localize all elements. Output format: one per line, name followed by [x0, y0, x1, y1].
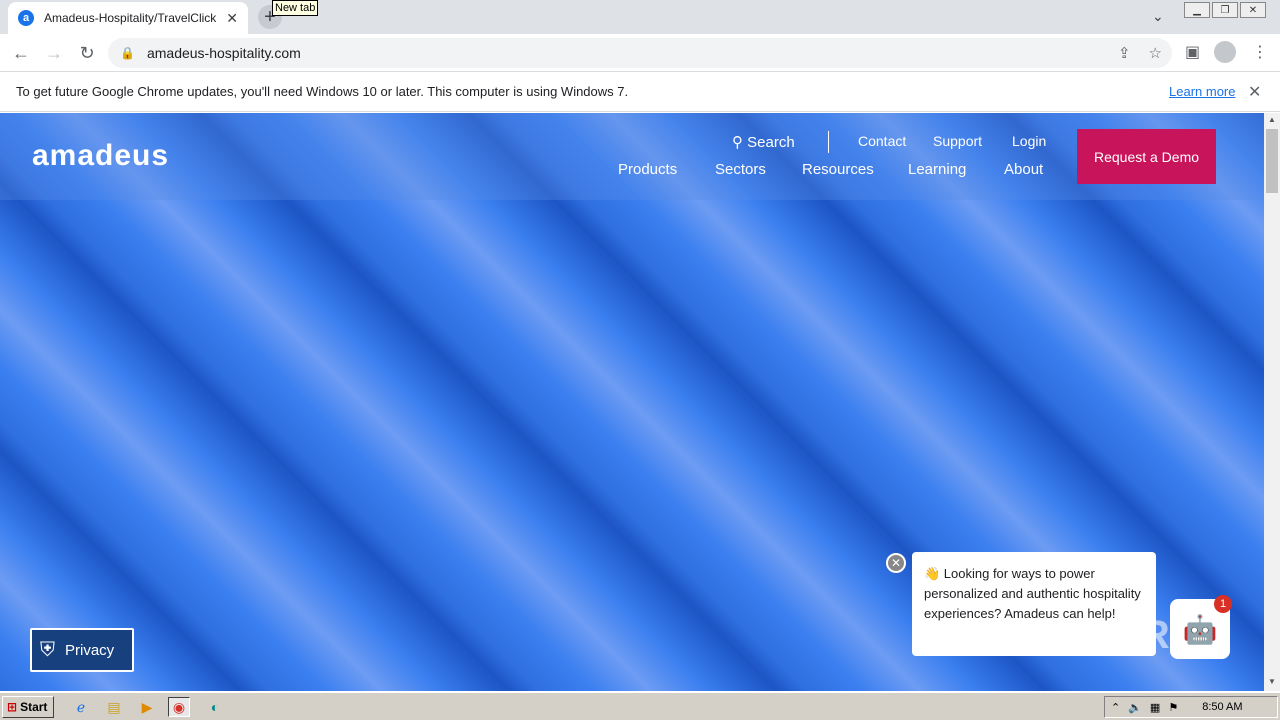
- page-scrollbar[interactable]: ▲ ▼: [1264, 113, 1280, 691]
- util-link-support[interactable]: Support: [933, 133, 982, 149]
- clock[interactable]: 8:50 AM: [1202, 701, 1242, 713]
- privacy-button[interactable]: ⛨ Privacy: [30, 628, 134, 672]
- windows-taskbar: ⊞ Start ℯ ▤ ▶ ◉ ◐ ⌃ 🔈 ▦ ⚑ 8:50 AM: [0, 692, 1280, 720]
- edge-icon[interactable]: ◐: [204, 697, 226, 717]
- menu-dots-icon[interactable]: ⋮: [1252, 42, 1268, 62]
- side-panel-icon[interactable]: ▣: [1185, 42, 1200, 62]
- nav-sectors[interactable]: Sectors: [715, 161, 766, 178]
- amadeus-favicon-icon: a: [18, 10, 34, 26]
- minimize-button[interactable]: ▁: [1184, 2, 1210, 18]
- scroll-up-arrow-icon[interactable]: ▲: [1268, 115, 1276, 124]
- action-center-flag-icon[interactable]: ⚑: [1168, 701, 1178, 714]
- tray-expand-icon[interactable]: ⌃: [1111, 701, 1120, 714]
- tab-title: Amadeus-Hospitality/TravelClick | Pic: [44, 11, 219, 25]
- lock-icon[interactable]: 🔒: [120, 46, 135, 60]
- nav-products[interactable]: Products: [618, 161, 677, 178]
- reload-icon[interactable]: ↻: [76, 42, 98, 64]
- internet-explorer-icon[interactable]: ℯ: [70, 697, 92, 717]
- tab-search-chevron-icon[interactable]: ⌄: [1152, 8, 1164, 25]
- windows-logo-icon: ⊞: [7, 700, 18, 714]
- media-player-icon[interactable]: ▶: [136, 697, 158, 717]
- address-bar[interactable]: 🔒 amadeus-hospitality.com ⇪ ☆: [108, 38, 1172, 68]
- chat-notification-badge: 1: [1214, 595, 1232, 613]
- omnibox-actions: ⇪ ☆: [1118, 44, 1162, 62]
- header-divider: [828, 131, 829, 153]
- tab-close-icon[interactable]: ✕: [226, 10, 238, 27]
- request-demo-button[interactable]: Request a Demo: [1077, 129, 1216, 184]
- nav-learning[interactable]: Learning: [908, 161, 966, 178]
- scroll-down-arrow-icon[interactable]: ▼: [1268, 677, 1276, 686]
- infobar-message: To get future Google Chrome updates, you…: [16, 84, 629, 99]
- tab-strip: a Amadeus-Hospitality/TravelClick | Pic …: [0, 0, 1280, 34]
- infobar-close-icon[interactable]: ✕: [1248, 82, 1261, 102]
- system-tray: ⌃ 🔈 ▦ ⚑ 8:50 AM: [1104, 696, 1278, 718]
- scrollbar-thumb[interactable]: [1266, 129, 1278, 193]
- util-link-contact[interactable]: Contact: [858, 133, 906, 149]
- nav-about[interactable]: About: [1004, 161, 1043, 178]
- restore-button[interactable]: ❐: [1212, 2, 1238, 18]
- bookmark-star-icon[interactable]: ☆: [1149, 44, 1162, 62]
- network-icon[interactable]: ▦: [1150, 701, 1160, 714]
- close-window-button[interactable]: ✕: [1240, 2, 1266, 18]
- search-label: Search: [747, 134, 795, 151]
- update-infobar: To get future Google Chrome updates, you…: [0, 72, 1280, 112]
- nav-resources[interactable]: Resources: [802, 161, 874, 178]
- start-label: Start: [20, 700, 48, 714]
- file-explorer-icon[interactable]: ▤: [103, 697, 125, 717]
- start-button[interactable]: ⊞ Start: [2, 696, 54, 718]
- window-controls: ▁ ❐ ✕: [1184, 2, 1266, 18]
- shield-lock-icon: ⛨: [40, 638, 55, 661]
- web-page: amadeus ⚲ Search Contact Support Login P…: [0, 113, 1264, 691]
- learn-more-link[interactable]: Learn more: [1169, 84, 1235, 99]
- url-text[interactable]: amadeus-hospitality.com: [147, 45, 301, 61]
- search-link[interactable]: ⚲ Search: [732, 133, 795, 151]
- chrome-icon[interactable]: ◉: [168, 697, 190, 717]
- amadeus-logo[interactable]: amadeus: [32, 139, 169, 173]
- site-header: amadeus ⚲ Search Contact Support Login P…: [0, 113, 1264, 200]
- back-arrow-icon[interactable]: ←: [10, 42, 32, 64]
- share-icon[interactable]: ⇪: [1118, 44, 1131, 62]
- profile-avatar-icon[interactable]: [1214, 41, 1236, 63]
- forward-arrow-icon[interactable]: →: [43, 42, 65, 64]
- search-icon: ⚲: [732, 134, 743, 151]
- browser-toolbar: ← → ↻ 🔒 amadeus-hospitality.com ⇪ ☆ ▣ ⋮: [0, 34, 1280, 72]
- new-tab-tooltip: New tab: [272, 0, 319, 16]
- chat-close-icon[interactable]: ✕: [886, 553, 906, 573]
- privacy-label: Privacy: [65, 641, 115, 659]
- browser-tab[interactable]: a Amadeus-Hospitality/TravelClick | Pic …: [8, 2, 248, 34]
- volume-icon[interactable]: 🔈: [1128, 701, 1142, 714]
- util-link-login[interactable]: Login: [1012, 133, 1046, 149]
